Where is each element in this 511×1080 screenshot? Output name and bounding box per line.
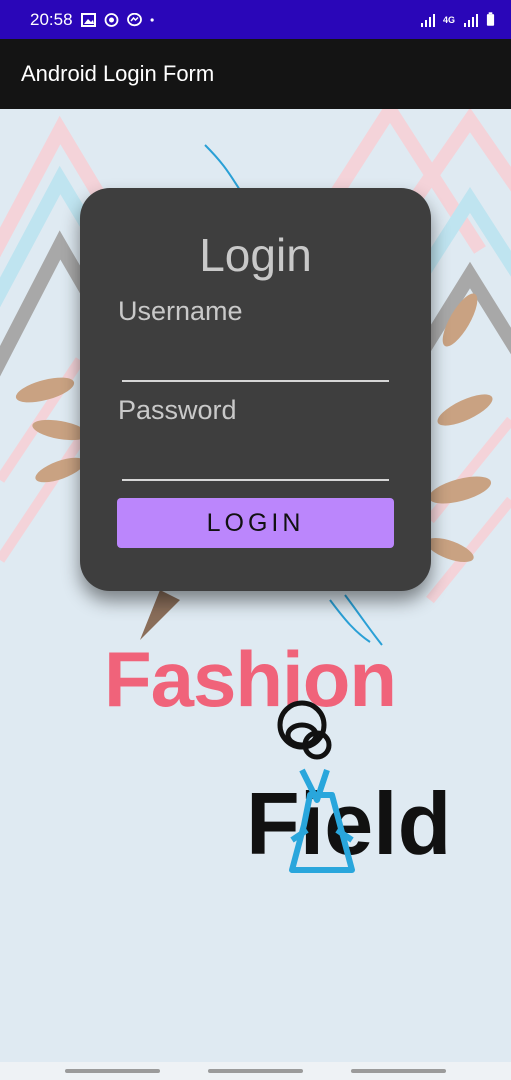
nav-home-button[interactable] bbox=[208, 1069, 303, 1073]
nav-recents-button[interactable] bbox=[351, 1069, 446, 1073]
app-bar: Android Login Form bbox=[0, 39, 511, 109]
app-title: Android Login Form bbox=[21, 61, 215, 86]
status-right: 4G bbox=[420, 12, 495, 27]
password-label: Password bbox=[118, 395, 237, 425]
status-bar: 20:58 4G bbox=[0, 0, 511, 39]
messenger-icon bbox=[126, 12, 142, 26]
whatsapp-icon bbox=[104, 12, 118, 27]
image-icon bbox=[80, 12, 96, 27]
login-title: Login bbox=[199, 229, 312, 281]
battery-icon bbox=[486, 12, 495, 26]
dot-icon bbox=[150, 17, 154, 22]
status-time: 20:58 bbox=[30, 9, 73, 29]
nav-back-button[interactable] bbox=[65, 1069, 160, 1073]
password-input[interactable] bbox=[122, 447, 389, 481]
username-label: Username bbox=[118, 296, 243, 326]
status-left: 20:58 bbox=[30, 10, 158, 30]
navigation-bar bbox=[0, 1062, 511, 1080]
signal-icon bbox=[464, 13, 478, 27]
dress-icon bbox=[277, 700, 355, 873]
login-button[interactable]: LOGIN bbox=[117, 498, 394, 548]
username-input[interactable] bbox=[122, 348, 389, 382]
network-label: 4G bbox=[442, 14, 455, 25]
signal-icon bbox=[420, 13, 435, 27]
